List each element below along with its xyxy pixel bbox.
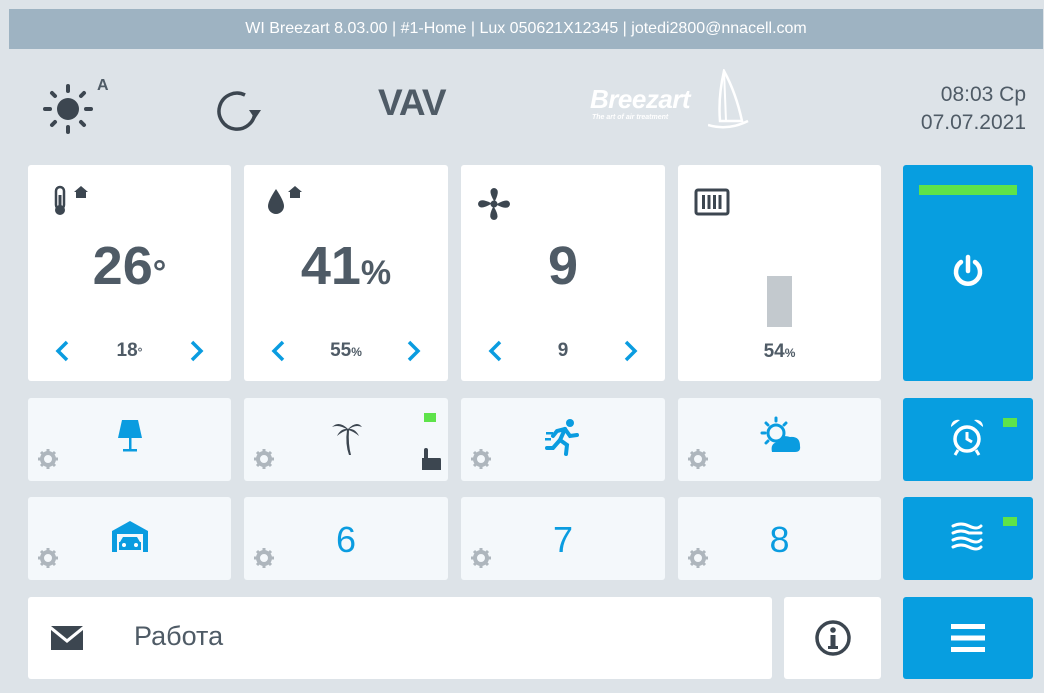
menu-button[interactable] xyxy=(903,597,1033,679)
lamp-icon xyxy=(118,420,142,452)
scene-8[interactable]: 8 xyxy=(678,497,881,580)
status-bar[interactable]: Работа xyxy=(28,597,772,679)
fan-tile[interactable]: 9 9 xyxy=(461,165,665,381)
fan-setpoint: 9 xyxy=(461,336,665,366)
temperature-setpoint: 18° xyxy=(28,336,231,366)
garage-car-icon xyxy=(112,521,148,552)
time: 08:03 Ср xyxy=(940,83,1026,106)
gear-icon[interactable] xyxy=(470,448,492,470)
palm-tree-icon xyxy=(332,423,362,455)
humidity-setpoint: 55% xyxy=(244,336,448,366)
sun-cloud-icon xyxy=(760,416,801,452)
scene-6-label: 6 xyxy=(335,519,357,560)
temperature-tile[interactable]: 26° 18° xyxy=(28,165,231,381)
scene-weather[interactable] xyxy=(678,398,881,481)
filter-button[interactable] xyxy=(903,497,1033,580)
gear-icon[interactable] xyxy=(37,547,59,569)
sun-icon[interactable] xyxy=(42,79,100,135)
gear-icon[interactable] xyxy=(37,448,59,470)
chevron-right-icon[interactable] xyxy=(183,338,209,364)
alarm-indicator xyxy=(1003,418,1017,427)
scene-garage[interactable] xyxy=(28,497,231,580)
scene-7-label: 7 xyxy=(552,519,574,560)
date: 07.07.2021 xyxy=(920,111,1026,134)
info-icon xyxy=(815,620,851,656)
heater-icon xyxy=(694,188,730,216)
filter-indicator xyxy=(1003,517,1017,526)
breezart-logo: Breezart The art of air treatment xyxy=(590,69,750,133)
vacation-indicator xyxy=(424,413,436,422)
power-indicator xyxy=(919,185,1017,195)
clock: 08:03 Ср 07.07.2021 xyxy=(921,81,1026,137)
power-button[interactable] xyxy=(903,165,1033,381)
humidity-home-icon xyxy=(268,186,302,214)
running-man-icon xyxy=(545,419,579,456)
fan-icon xyxy=(478,188,510,220)
header: A VAV Breezart The art of air treatment … xyxy=(0,49,1044,161)
temperature-setpoint-value: 18 xyxy=(116,340,138,361)
hand-pointer-icon xyxy=(422,448,441,470)
logo-name: Breezart xyxy=(590,84,691,114)
alarm-clock-icon xyxy=(950,419,984,456)
filter-icon xyxy=(951,522,983,551)
heater-level-bar xyxy=(767,276,792,327)
title-bar: WI Breezart 8.03.00 | #1-Home | Lux 0506… xyxy=(9,9,1043,49)
scene-8-label: 8 xyxy=(769,519,790,560)
fan-setpoint-value: 9 xyxy=(557,340,569,361)
thermometer-home-icon xyxy=(54,185,88,215)
envelope-icon xyxy=(51,626,83,650)
chevron-right-icon[interactable] xyxy=(617,338,643,364)
humidity-value: 41% xyxy=(300,236,392,296)
refresh-icon[interactable] xyxy=(212,85,262,135)
scene-vacation[interactable] xyxy=(244,398,448,481)
heater-tile[interactable]: 54% xyxy=(678,165,881,381)
temperature-value: 26° xyxy=(92,236,167,296)
sail-icon xyxy=(708,69,749,129)
power-icon xyxy=(953,254,983,286)
fan-speed-value: 9 xyxy=(547,236,579,296)
weather-mode-label: A xyxy=(97,77,109,94)
scene-lamp[interactable] xyxy=(28,398,231,481)
humidity-tile[interactable]: 41% 55% xyxy=(244,165,448,381)
scene-6[interactable]: 6 xyxy=(244,497,448,580)
status-text: Работа xyxy=(134,621,224,651)
alarm-button[interactable] xyxy=(903,398,1033,481)
menu-icon xyxy=(951,624,985,652)
logo-tagline: The art of air treatment xyxy=(592,114,669,121)
mode-label: VAV xyxy=(378,82,447,123)
humidity-setpoint-value: 55 xyxy=(330,340,352,361)
scene-running[interactable] xyxy=(461,398,665,481)
gear-icon[interactable] xyxy=(687,448,709,470)
chevron-right-icon[interactable] xyxy=(400,338,426,364)
info-button[interactable] xyxy=(784,597,881,679)
heater-level-value: 54% xyxy=(763,341,796,362)
gear-icon[interactable] xyxy=(253,448,275,470)
title-text: WI Breezart 8.03.00 | #1-Home | Lux 0506… xyxy=(245,20,807,37)
scene-7[interactable]: 7 xyxy=(461,497,665,580)
